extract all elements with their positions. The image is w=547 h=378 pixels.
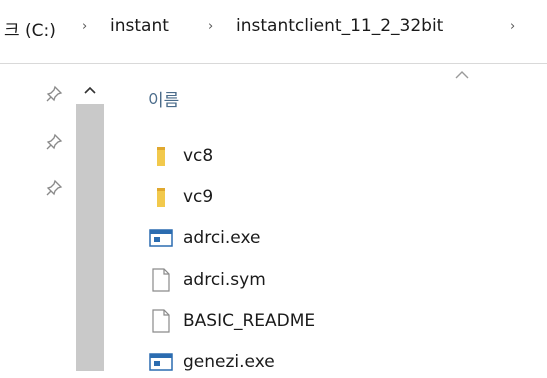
file-name: vc8: [183, 146, 214, 166]
exe-icon: [148, 349, 174, 375]
file-name: BASIC_README: [183, 311, 316, 331]
breadcrumb-instantclient[interactable]: instantclient_11_2_32bit: [236, 16, 443, 36]
list-item[interactable]: genezi.exe: [148, 346, 275, 378]
folder-icon: [148, 143, 174, 169]
address-bar: 크 (C:) › instant › instantclient_11_2_32…: [0, 0, 547, 52]
file-name: vc9: [183, 187, 214, 207]
list-item[interactable]: BASIC_README: [148, 305, 315, 337]
pin-icon[interactable]: [44, 132, 64, 152]
sort-ascending-icon: [455, 71, 469, 79]
exe-icon: [148, 225, 174, 251]
list-item[interactable]: vc9: [148, 181, 213, 213]
list-item[interactable]: adrci.exe: [148, 222, 260, 254]
scroll-up-button[interactable]: [76, 76, 104, 104]
nav-scrollbar-thumb[interactable]: [76, 104, 104, 371]
file-name: adrci.sym: [183, 270, 266, 290]
pin-icon[interactable]: [44, 84, 64, 104]
breadcrumb-separator-icon[interactable]: ›: [510, 19, 515, 34]
breadcrumb-instant[interactable]: instant: [110, 16, 169, 36]
breadcrumb-separator-icon[interactable]: ›: [208, 19, 213, 34]
file-name: genezi.exe: [183, 352, 275, 372]
chevron-up-icon: [84, 86, 96, 94]
list-item[interactable]: vc8: [148, 140, 213, 172]
breadcrumb-drive-c[interactable]: 크 (C:): [4, 16, 56, 41]
breadcrumb-separator-icon[interactable]: ›: [82, 19, 87, 34]
file-icon: [148, 308, 174, 334]
folder-icon: [148, 184, 174, 210]
name-column-header[interactable]: 이름: [148, 86, 179, 111]
file-name: adrci.exe: [183, 228, 261, 248]
pin-icon[interactable]: [44, 178, 64, 198]
file-icon: [148, 267, 174, 293]
list-item[interactable]: adrci.sym: [148, 264, 266, 296]
